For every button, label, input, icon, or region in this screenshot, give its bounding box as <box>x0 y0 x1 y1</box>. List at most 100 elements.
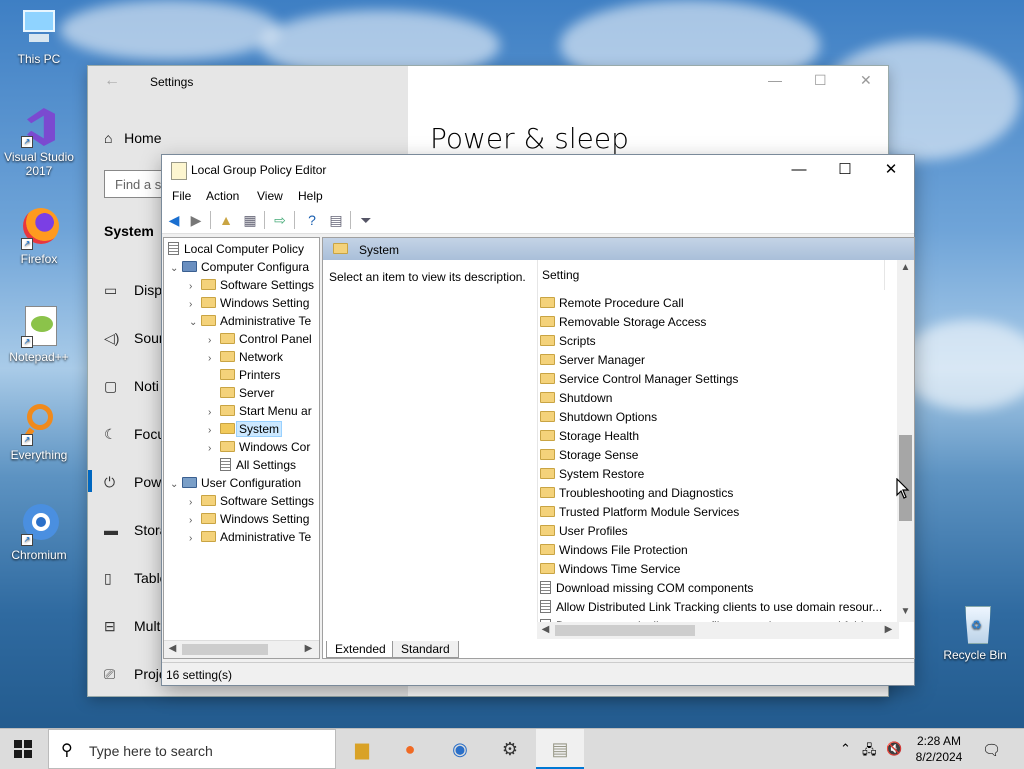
minimize-icon[interactable]: — <box>768 72 782 88</box>
tab-extended[interactable]: Extended <box>326 641 395 658</box>
menu-help[interactable]: Help <box>298 189 323 203</box>
list-item-folder[interactable]: Scripts <box>540 332 596 351</box>
desktop-icon-chromium[interactable]: ↗ Chromium <box>4 502 74 562</box>
volume-muted-icon[interactable]: 🔇 <box>886 741 902 757</box>
nav-sound[interactable]: ◁) Sour <box>104 330 164 347</box>
group-policy-editor-window[interactable]: Local Group Policy Editor — ☐ ✕ File Act… <box>162 155 915 685</box>
tab-standard[interactable]: Standard <box>392 641 459 658</box>
list-item-folder[interactable]: Remote Procedure Call <box>540 294 684 313</box>
maximize-icon[interactable]: ☐ <box>822 159 868 181</box>
nav-focus[interactable]: ☾ Focu <box>104 426 165 443</box>
group-policy-taskbar-icon[interactable]: ▤ <box>536 729 584 769</box>
settings-gear-icon[interactable]: ⚙ <box>486 729 534 769</box>
list-item-folder[interactable]: Trusted Platform Module Services <box>540 503 739 522</box>
scroll-down-icon[interactable]: ▼ <box>897 606 914 617</box>
close-icon[interactable]: ✕ <box>868 159 914 181</box>
desktop-icon-this-pc[interactable]: This PC <box>4 6 74 66</box>
nav-tablet[interactable]: ▯ Table <box>104 570 167 587</box>
chevron-up-icon[interactable]: ⌃ <box>840 741 851 757</box>
close-icon[interactable]: ✕ <box>860 72 872 89</box>
minimize-icon[interactable]: — <box>776 159 822 181</box>
windows-start-icon[interactable] <box>14 740 32 758</box>
taskbar-search-box[interactable]: ⚲ Type here to search <box>48 729 336 769</box>
desktop-icon-visual-studio[interactable]: ↗ Visual Studio 2017 <box>4 104 74 178</box>
column-header-setting[interactable]: Setting <box>542 268 579 282</box>
nav-multitasking[interactable]: ⊟ Mult <box>104 618 160 635</box>
chevron-right-icon[interactable]: › <box>189 530 201 548</box>
list-item-folder[interactable]: Service Control Manager Settings <box>540 370 738 389</box>
tree-node-administrative-templates[interactable]: ⌄ Administrative Te <box>189 312 311 330</box>
tree-node-control-panel[interactable]: › Control Panel <box>208 330 312 348</box>
list-item-folder[interactable]: Storage Sense <box>540 446 638 465</box>
chevron-down-icon[interactable]: ⌄ <box>170 260 182 278</box>
list-item-policy[interactable]: Download missing COM components <box>540 579 753 598</box>
desktop-icon-firefox[interactable]: ↗ Firefox <box>4 206 74 266</box>
tree-node-user-administrative-templates[interactable]: › Administrative Te <box>189 528 311 546</box>
show-hide-tree-icon[interactable]: ▦ <box>242 212 258 228</box>
tree-node-local-computer-policy[interactable]: Local Computer Policy <box>168 240 304 258</box>
list-item-folder[interactable]: Server Manager <box>540 351 645 370</box>
scrollbar-thumb[interactable] <box>182 644 268 655</box>
tree-node-network[interactable]: › Network <box>208 348 283 366</box>
scroll-right-icon[interactable]: ▶ <box>880 624 897 635</box>
taskbar-clock[interactable]: 2:28 AM 8/2/2024 <box>912 733 966 765</box>
scroll-right-icon[interactable]: ▶ <box>300 643 317 654</box>
vertical-scrollbar[interactable]: ▲ ▼ <box>897 260 914 622</box>
chevron-down-icon[interactable]: ⌄ <box>189 314 201 332</box>
filter-icon[interactable]: ⏷ <box>358 212 374 228</box>
settings-titlebar[interactable]: ← Settings — ☐ ✕ <box>88 66 888 98</box>
menu-view[interactable]: View <box>257 189 283 203</box>
firefox-icon[interactable]: ● <box>386 729 434 769</box>
scroll-left-icon[interactable]: ◀ <box>164 643 181 654</box>
scrollbar-thumb[interactable] <box>555 625 695 636</box>
list-item-folder[interactable]: Shutdown Options <box>540 408 657 427</box>
menu-action[interactable]: Action <box>206 189 239 203</box>
desktop-icon-everything[interactable]: ↗ Everything <box>4 402 74 462</box>
horizontal-scrollbar[interactable]: ◀ ▶ <box>537 622 899 639</box>
nav-storage[interactable]: ▬ Stora <box>104 522 167 538</box>
nav-notifications[interactable]: ▢ Noti <box>104 378 159 395</box>
tree-node-windows-components[interactable]: › Windows Cor <box>208 438 310 456</box>
back-arrow-icon[interactable]: ← <box>104 72 120 90</box>
list-item-folder[interactable]: Windows File Protection <box>540 541 688 560</box>
list-item-folder[interactable]: Troubleshooting and Diagnostics <box>540 484 733 503</box>
tree-node-start-menu[interactable]: › Start Menu ar <box>208 402 312 420</box>
nav-power[interactable]: ⏻ Powe <box>104 474 169 491</box>
list-item-folder[interactable]: System Restore <box>540 465 644 484</box>
settings-home-link[interactable]: ⌂ Home <box>104 130 162 146</box>
console-tree[interactable]: Local Computer Policy ⌄ Computer Configur… <box>163 237 320 659</box>
file-explorer-icon[interactable]: ▆ <box>338 729 386 769</box>
list-item-folder[interactable]: Removable Storage Access <box>540 313 706 332</box>
tree-node-software-settings[interactable]: › Software Settings <box>189 276 314 294</box>
tree-node-user-configuration[interactable]: ⌄ User Configuration <box>170 474 301 492</box>
tree-node-user-software-settings[interactable]: › Software Settings <box>189 492 314 510</box>
tree-node-windows-settings[interactable]: › Windows Setting <box>189 294 309 312</box>
tree-node-printers[interactable]: Printers <box>208 366 280 384</box>
list-item-policy[interactable]: Allow Distributed Link Tracking clients … <box>540 598 882 617</box>
list-item-folder[interactable]: Windows Time Service <box>540 560 680 579</box>
tree-node-computer-configuration[interactable]: ⌄ Computer Configura <box>170 258 309 276</box>
tree-node-user-windows-settings[interactable]: › Windows Setting <box>189 510 309 528</box>
back-icon[interactable]: ◀ <box>166 212 182 228</box>
up-folder-icon[interactable]: ▲ <box>218 212 234 228</box>
list-item-folder[interactable]: User Profiles <box>540 522 628 541</box>
maximize-icon[interactable]: ☐ <box>814 72 827 89</box>
forward-icon[interactable]: ▶ <box>188 212 204 228</box>
list-item-folder[interactable]: Shutdown <box>540 389 612 408</box>
help-icon[interactable]: ? <box>304 212 320 228</box>
tree-node-server[interactable]: Server <box>208 384 274 402</box>
desktop-icon-recycle-bin[interactable]: ♻ Recycle Bin <box>940 602 1010 662</box>
notification-center-icon[interactable]: 🗨 <box>982 741 1001 759</box>
tree-node-system[interactable]: › System <box>208 420 283 438</box>
scroll-up-icon[interactable]: ▲ <box>897 262 914 273</box>
tree-horizontal-scrollbar[interactable]: ◀ ▶ <box>164 640 319 658</box>
scroll-left-icon[interactable]: ◀ <box>537 624 554 635</box>
list-item-folder[interactable]: Storage Health <box>540 427 639 446</box>
desktop-icon-notepad-plus-plus[interactable]: ↗ Notepad++ <box>4 304 74 364</box>
chevron-down-icon[interactable]: ⌄ <box>170 476 182 494</box>
network-icon[interactable]: 🖧 <box>862 741 877 763</box>
nav-projecting[interactable]: ⎚ Proje <box>104 666 167 683</box>
nav-display[interactable]: ▭ Disp <box>104 282 162 299</box>
gpe-titlebar[interactable]: Local Group Policy Editor — ☐ ✕ <box>162 155 914 185</box>
chromium-icon[interactable]: ◉ <box>436 729 484 769</box>
